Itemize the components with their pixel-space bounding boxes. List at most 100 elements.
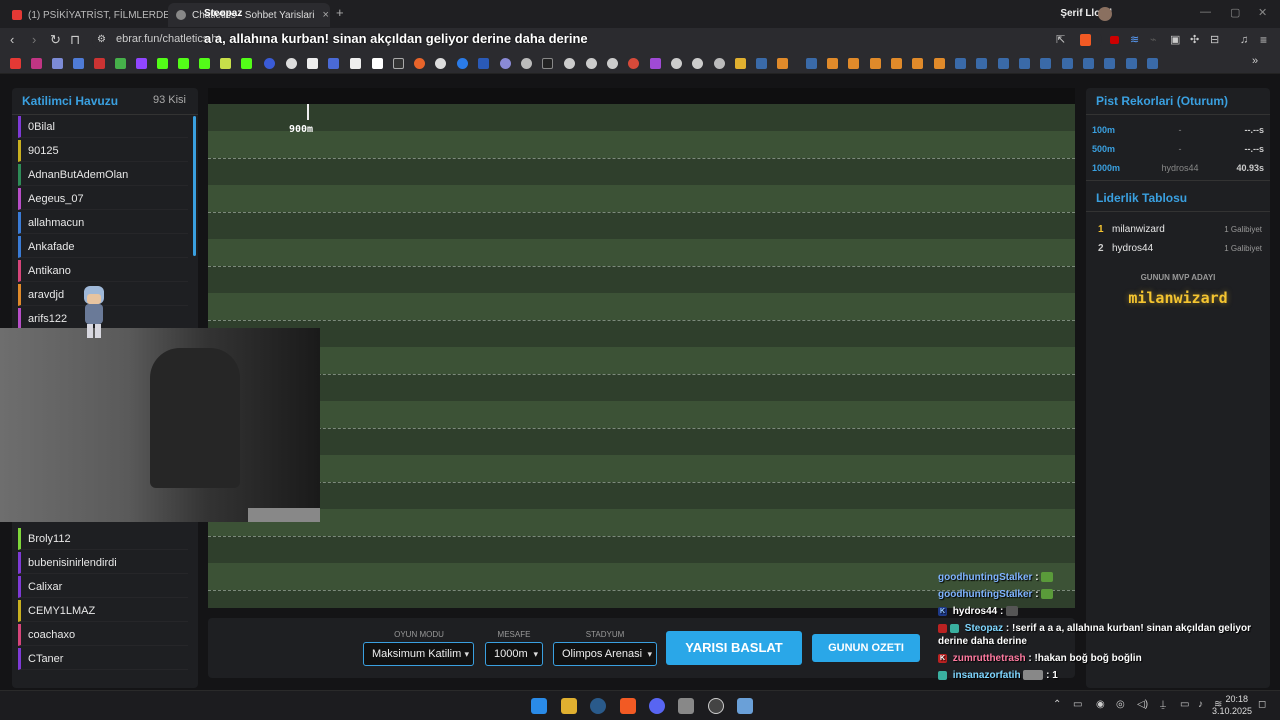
bookmark-steam-icon[interactable]: [1083, 58, 1094, 69]
bookmark-icon[interactable]: [286, 58, 297, 69]
bookmark-icon[interactable]: [500, 58, 511, 69]
bookmark-icon[interactable]: [328, 58, 339, 69]
bookmark-kick-icon[interactable]: [199, 58, 210, 69]
discord-icon[interactable]: [649, 698, 665, 714]
media-icon[interactable]: ♫: [1240, 32, 1248, 48]
tab-close-icon[interactable]: ×: [314, 9, 328, 21]
bookmark-icon[interactable]: [372, 58, 383, 69]
extension-icon[interactable]: ≋: [1130, 32, 1139, 48]
bookmark-icon[interactable]: [714, 58, 725, 69]
bookmark-steam-icon[interactable]: [756, 58, 767, 69]
clock-date[interactable]: 3.10.2025: [1212, 706, 1252, 716]
forward-icon[interactable]: ›: [32, 32, 36, 48]
bookmark-icon[interactable]: [73, 58, 84, 69]
distance-select[interactable]: 1000m ▾: [485, 642, 543, 666]
new-tab-button[interactable]: +: [336, 5, 344, 20]
bookmark-icon[interactable]: [827, 58, 838, 69]
bookmark-icon[interactable]: [220, 58, 231, 69]
bookmark-icon[interactable]: [264, 58, 275, 69]
bookmark-steam-icon[interactable]: [998, 58, 1009, 69]
tray-battery-icon[interactable]: ▭: [1073, 699, 1082, 710]
reload-icon[interactable]: ↻: [50, 32, 61, 48]
site-info-icon[interactable]: ⚙: [97, 32, 106, 48]
extensions-puzzle-icon[interactable]: ✣: [1190, 32, 1199, 48]
app-icon[interactable]: [678, 698, 694, 714]
app-icon[interactable]: [737, 698, 753, 714]
bookmark-icon[interactable]: [692, 58, 703, 69]
screenshot-icon[interactable]: ▣: [1170, 32, 1180, 48]
bookmark-kick-icon[interactable]: [241, 58, 252, 69]
bookmark-icon[interactable]: [671, 58, 682, 69]
mode-select[interactable]: Maksimum Katilim ▾: [363, 642, 474, 666]
windows-start-icon[interactable]: [531, 698, 547, 714]
bookmark-icon[interactable]: [542, 58, 553, 69]
bookmark-icon[interactable]: [564, 58, 575, 69]
bookmark-icon[interactable]: ⊓: [70, 32, 80, 48]
bookmark-icon[interactable]: [414, 58, 425, 69]
bookmark-icon[interactable]: [350, 58, 361, 69]
bookmark-icon[interactable]: [891, 58, 902, 69]
bookmark-steam-icon[interactable]: [1104, 58, 1115, 69]
brave-browser-icon[interactable]: [620, 698, 636, 714]
bookmark-icon[interactable]: [393, 58, 404, 69]
menu-icon[interactable]: ≡: [1260, 32, 1267, 48]
minimize-icon[interactable]: —: [1200, 6, 1211, 18]
notification-icon[interactable]: ◻: [1258, 699, 1266, 710]
browser-tab-youtube[interactable]: (1) PSİKİYATRİST, FİLMLERDEKİ SERİ K ×: [4, 3, 168, 27]
bookmark-icon[interactable]: [607, 58, 618, 69]
bookmark-icon[interactable]: [628, 58, 639, 69]
bookmark-icon[interactable]: [435, 58, 446, 69]
microphone-icon[interactable]: ⍊: [1160, 699, 1166, 710]
back-icon[interactable]: ‹: [10, 32, 14, 48]
bookmark-steam-icon[interactable]: [806, 58, 817, 69]
bookmark-youtube-icon[interactable]: [10, 58, 21, 69]
bookmark-x-icon[interactable]: [307, 58, 318, 69]
bookmark-steam-icon[interactable]: [976, 58, 987, 69]
close-window-icon[interactable]: ✕: [1258, 6, 1267, 19]
brave-shield-icon[interactable]: [1080, 34, 1091, 46]
sidebar-icon[interactable]: ⊟: [1210, 32, 1219, 48]
bookmark-kick-icon[interactable]: [178, 58, 189, 69]
bookmark-icon[interactable]: [94, 58, 105, 69]
bookmark-steam-icon[interactable]: [1062, 58, 1073, 69]
bookmark-kick-icon[interactable]: [157, 58, 168, 69]
bookmark-icon[interactable]: [848, 58, 859, 69]
bookmark-icon[interactable]: [912, 58, 923, 69]
bookmark-steam-icon[interactable]: [955, 58, 966, 69]
steam-icon[interactable]: [590, 698, 606, 714]
avatar[interactable]: [1098, 7, 1112, 21]
bookmark-folder-icon[interactable]: [735, 58, 746, 69]
bookmark-icon[interactable]: [870, 58, 881, 69]
bookmark-steam-icon[interactable]: [1040, 58, 1051, 69]
bookmark-icon[interactable]: [115, 58, 126, 69]
daily-summary-button[interactable]: GUNUN OZETI: [812, 634, 920, 662]
tray-chevron-icon[interactable]: ⌃: [1053, 699, 1061, 710]
bookmark-icon[interactable]: [777, 58, 788, 69]
browser-tab-chatletics[interactable]: Chatletics - Sohbet Yarislari ×: [168, 3, 330, 27]
bookmark-icon[interactable]: [521, 58, 532, 69]
bookmark-icon[interactable]: [478, 58, 489, 69]
share-icon[interactable]: ⇱: [1056, 32, 1065, 48]
bookmark-icon[interactable]: [934, 58, 945, 69]
volume-icon[interactable]: ◁): [1137, 699, 1148, 710]
network-icon[interactable]: ▭: [1180, 699, 1189, 710]
start-race-button[interactable]: YARISI BASLAT: [666, 631, 802, 665]
bookmark-icon[interactable]: [52, 58, 63, 69]
bookmark-steam-icon[interactable]: [1126, 58, 1137, 69]
bookmark-steam-icon[interactable]: [1147, 58, 1158, 69]
obs-icon[interactable]: [708, 698, 724, 714]
bookmark-icon[interactable]: [457, 58, 468, 69]
more-bookmarks-icon[interactable]: »: [1252, 55, 1258, 67]
stadium-select[interactable]: Olimpos Arenasi ▾: [553, 642, 657, 666]
bookmark-instagram-icon[interactable]: [31, 58, 42, 69]
file-explorer-icon[interactable]: [561, 698, 577, 714]
speaker-icon[interactable]: ♪: [1198, 699, 1203, 710]
clock-time[interactable]: 20:18: [1225, 694, 1248, 704]
extension-ublock-icon[interactable]: [1110, 36, 1119, 44]
extension-icon[interactable]: ⌁: [1150, 32, 1157, 48]
bookmark-steam-icon[interactable]: [1019, 58, 1030, 69]
bookmark-twitch-icon[interactable]: [136, 58, 147, 69]
bookmark-icon[interactable]: [586, 58, 597, 69]
tray-steam-icon[interactable]: ◎: [1116, 699, 1125, 710]
maximize-icon[interactable]: ▢: [1230, 6, 1240, 19]
